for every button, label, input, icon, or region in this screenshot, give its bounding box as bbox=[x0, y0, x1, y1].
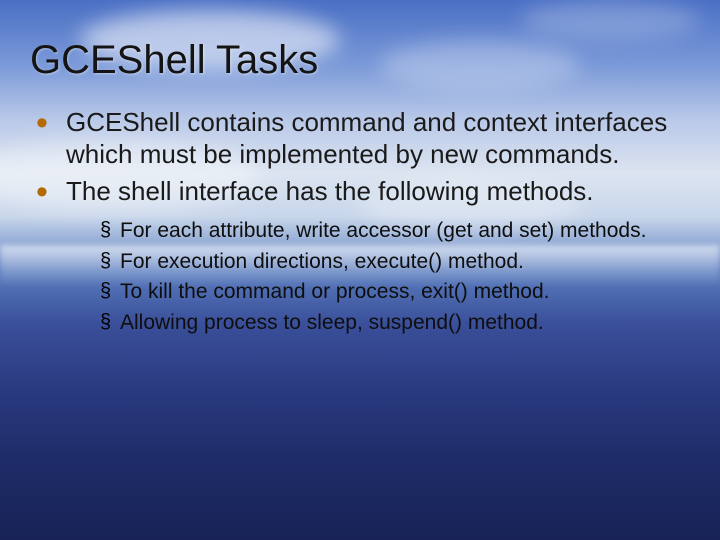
bullet-text: GCEShell contains command and context in… bbox=[66, 107, 667, 169]
slide-title: GCEShell Tasks bbox=[30, 38, 690, 83]
sub-bullet-list: For each attribute, write accessor (get … bbox=[66, 218, 690, 336]
bullet-item: The shell interface has the following me… bbox=[36, 176, 690, 336]
slide: GCEShell Tasks GCEShell contains command… bbox=[0, 0, 720, 540]
sub-bullet-text: To kill the command or process, exit() m… bbox=[120, 280, 550, 303]
sub-bullet-item: For execution directions, execute() meth… bbox=[100, 249, 690, 275]
bullet-list: GCEShell contains command and context in… bbox=[30, 107, 690, 336]
sub-bullet-item: For each attribute, write accessor (get … bbox=[100, 218, 690, 244]
sub-bullet-text: Allowing process to sleep, suspend() met… bbox=[120, 311, 544, 334]
sub-bullet-text: For execution directions, execute() meth… bbox=[120, 250, 524, 273]
sub-bullet-item: To kill the command or process, exit() m… bbox=[100, 279, 690, 305]
bullet-text: The shell interface has the following me… bbox=[66, 176, 594, 206]
sub-bullet-text: For each attribute, write accessor (get … bbox=[120, 219, 646, 242]
slide-content: GCEShell Tasks GCEShell contains command… bbox=[0, 0, 720, 336]
sub-bullet-item: Allowing process to sleep, suspend() met… bbox=[100, 310, 690, 336]
bullet-item: GCEShell contains command and context in… bbox=[36, 107, 690, 170]
